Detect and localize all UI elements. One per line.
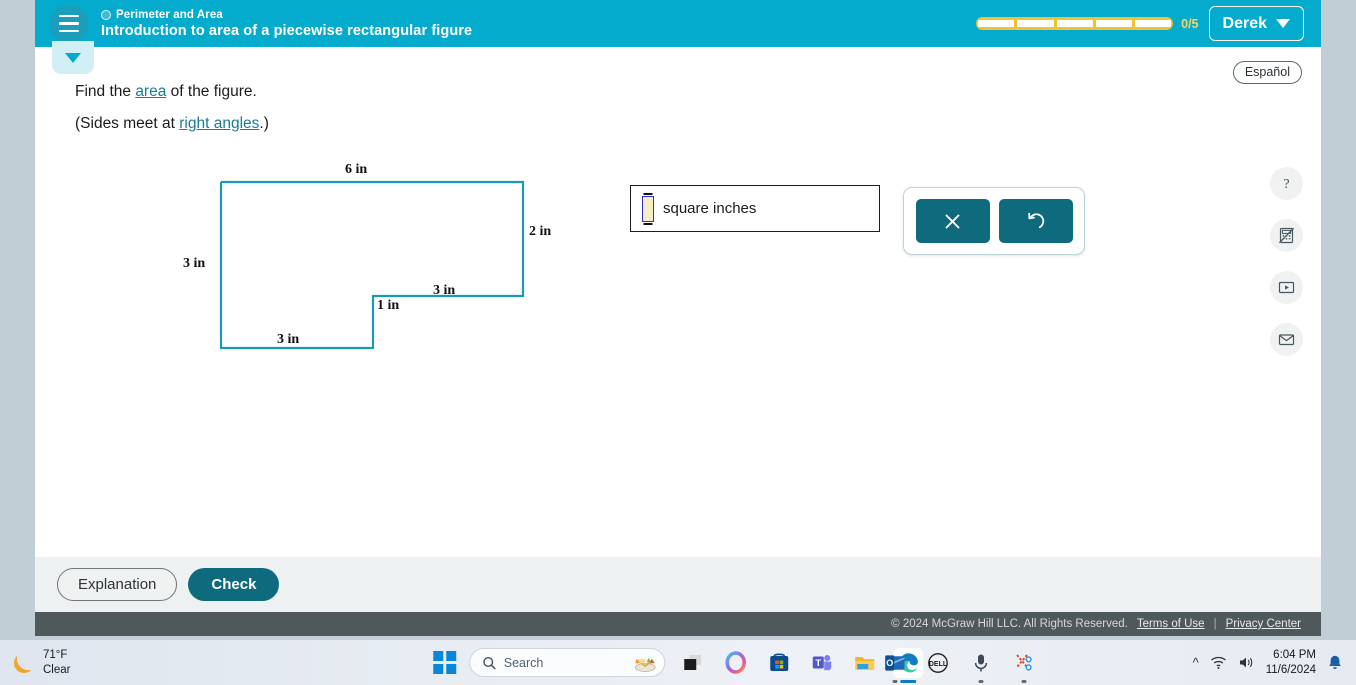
chevron-down-icon <box>65 52 81 63</box>
question-prompt: Find the area of the figure. (Sides meet… <box>75 83 269 147</box>
figure-label-bottom: 3 in <box>277 332 300 347</box>
taskbar-running-apps: O DELL <box>880 648 1039 678</box>
screen: Perimeter and Area Introduction to area … <box>0 0 1356 685</box>
search-icon <box>482 656 496 669</box>
file-explorer-icon[interactable] <box>850 648 880 678</box>
snipping-tool-icon[interactable] <box>1009 648 1039 678</box>
svg-text:T: T <box>815 657 821 668</box>
page-title: Introduction to area of a piecewise rect… <box>101 22 473 39</box>
video-icon[interactable] <box>1270 271 1303 304</box>
prompt-1-after: of the figure. <box>166 83 257 100</box>
chevron-down-icon <box>1276 19 1290 28</box>
action-bar: Explanation Check <box>35 557 1321 612</box>
figure-outline <box>219 180 525 350</box>
figure-label-step-vertical: 1 in <box>377 298 400 313</box>
search-input[interactable]: Search <box>468 648 665 677</box>
footer: © 2024 McGraw Hill LLC. All Rights Reser… <box>35 612 1321 636</box>
figure-label-left: 3 in <box>183 256 206 271</box>
answer-input-box[interactable]: square inches <box>630 185 880 232</box>
microphone-icon[interactable] <box>966 648 996 678</box>
collapse-toggle-button[interactable] <box>52 41 94 74</box>
clock[interactable]: 6:04 PM 11/6/2024 <box>1266 648 1316 677</box>
clock-time: 6:04 PM <box>1273 649 1316 662</box>
svg-text:O: O <box>886 658 893 668</box>
wifi-icon[interactable] <box>1210 655 1227 670</box>
progress-indicator: 0/5 <box>976 16 1199 31</box>
help-tools-rail: ? <box>1270 167 1303 356</box>
prompt-line-2: (Sides meet at right angles.) <box>75 115 269 133</box>
copyright-text: © 2024 McGraw Hill LLC. All Rights Reser… <box>891 618 1128 630</box>
weather-temp: 71°F <box>43 649 68 662</box>
close-icon <box>945 214 960 228</box>
answer-input[interactable] <box>642 195 654 222</box>
terms-of-use-link[interactable]: Terms of Use <box>1137 618 1205 630</box>
area-link[interactable]: area <box>135 83 166 100</box>
breadcrumb-label: Perimeter and Area <box>116 8 223 21</box>
breadcrumb-dot-icon <box>101 9 111 20</box>
explanation-button[interactable]: Explanation <box>57 568 178 601</box>
notification-bell-icon[interactable] <box>1327 654 1343 671</box>
prompt-2-before: (Sides meet at <box>75 115 180 132</box>
undo-icon <box>1028 212 1045 228</box>
progress-bar <box>976 17 1174 30</box>
chevron-up-icon[interactable]: ^ <box>1193 655 1199 670</box>
figure-svg <box>219 180 525 350</box>
windows-start-icon[interactable] <box>433 651 456 674</box>
svg-text:?: ? <box>1283 177 1289 192</box>
privacy-center-link[interactable]: Privacy Center <box>1226 618 1301 630</box>
content-card: Español Find the area of the figure. (Si… <box>35 41 1321 557</box>
outlook-icon[interactable]: O <box>880 648 910 678</box>
volume-icon[interactable] <box>1238 655 1255 670</box>
prompt-2-after: .) <box>259 115 269 132</box>
language-toggle-button[interactable]: Español <box>1232 61 1302 84</box>
header-right: 0/5 Derek <box>976 6 1304 41</box>
harvest-basket-icon <box>634 657 656 672</box>
task-view-icon[interactable] <box>678 648 708 678</box>
figure-label-top: 6 in <box>345 162 368 177</box>
header-titles: Perimeter and Area Introduction to area … <box>101 9 472 39</box>
breadcrumb: Perimeter and Area <box>101 9 472 21</box>
progress-count: 0/5 <box>1181 16 1199 31</box>
app-header: Perimeter and Area Introduction to area … <box>35 0 1321 47</box>
answer-unit-label: square inches <box>663 200 757 217</box>
footer-separator: | <box>1213 618 1217 630</box>
user-name: Derek <box>1222 14 1267 32</box>
weather-text: 71°F Clear <box>43 648 70 677</box>
check-button[interactable]: Check <box>188 568 280 601</box>
figure-label-right-upper: 2 in <box>529 224 552 239</box>
search-placeholder: Search <box>503 655 544 670</box>
microsoft-teams-icon[interactable]: T <box>807 648 837 678</box>
system-tray: ^ 6:04 PM 11/6/2024 <box>1193 648 1343 677</box>
clock-date: 11/6/2024 <box>1265 663 1316 676</box>
piecewise-rectangle-figure: 6 in 2 in 3 in 3 in 1 in 3 in <box>145 162 575 382</box>
hamburger-icon[interactable] <box>50 4 88 43</box>
undo-button[interactable] <box>998 199 1073 243</box>
taskbar-center: Search T <box>433 647 923 678</box>
figure-label-middle-horizontal: 3 in <box>433 283 456 298</box>
right-angles-link[interactable]: right angles <box>179 115 259 132</box>
browser-page: Perimeter and Area Introduction to area … <box>0 0 1356 640</box>
prompt-1-before: Find the <box>75 83 136 100</box>
mail-icon[interactable] <box>1270 323 1303 356</box>
copilot-icon[interactable] <box>721 648 751 678</box>
windows-taskbar: 71°F Clear Search T O DELL ^ 6:04 PM 11/… <box>0 640 1356 685</box>
help-icon[interactable]: ? <box>1270 167 1303 200</box>
svg-text:DELL: DELL <box>929 661 948 668</box>
microsoft-store-icon[interactable] <box>764 648 794 678</box>
user-menu-button[interactable]: Derek <box>1208 6 1304 41</box>
weather-condition: Clear <box>43 663 71 676</box>
question-mark-icon: ? <box>1283 177 1289 192</box>
moon-icon <box>14 652 34 673</box>
prompt-line-1: Find the area of the figure. <box>75 83 269 101</box>
calculator-disabled-icon[interactable] <box>1270 219 1303 252</box>
dell-icon[interactable]: DELL <box>923 648 953 678</box>
answer-tool-panel <box>903 187 1085 255</box>
clear-answer-button[interactable] <box>915 199 990 243</box>
weather-widget[interactable]: 71°F Clear <box>14 648 70 677</box>
